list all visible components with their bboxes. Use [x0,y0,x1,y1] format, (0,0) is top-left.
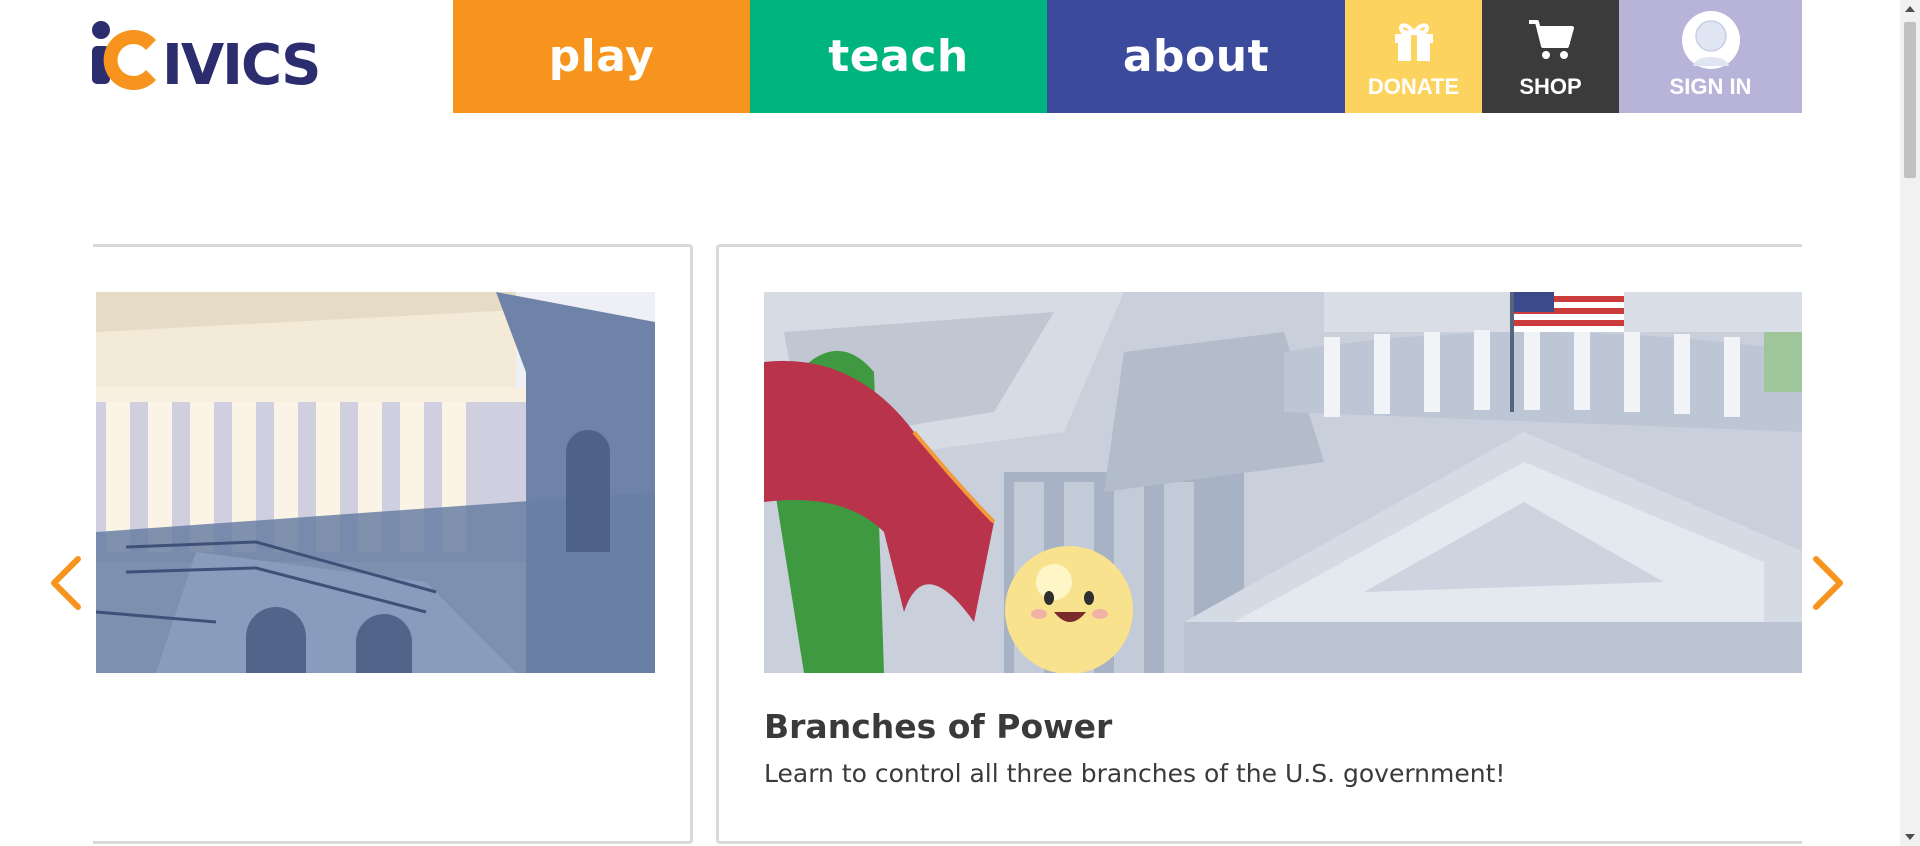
chevron-right-icon [1813,556,1843,610]
nav-teach-label: teach [828,31,969,82]
carousel-card-previous[interactable] [93,244,693,844]
scroll-down-icon[interactable] [1905,834,1915,840]
nav-teach[interactable]: teach [750,0,1047,113]
page-scrollbar[interactable] [1900,0,1920,846]
game-carousel: Branches of Power Learn to control all t… [93,238,1802,846]
nav-play[interactable]: play [453,0,750,113]
donate-label: DONATE [1367,74,1460,99]
card-title: Branches of Power [764,707,1113,746]
nav-about[interactable]: about [1047,0,1345,113]
sign-in-label: SIGN IN [1669,74,1752,99]
carousel-card-current[interactable]: Branches of Power Learn to control all t… [716,244,1802,844]
donate-button[interactable]: DONATE [1345,0,1482,113]
shop-label: SHOP [1519,74,1582,99]
icivics-logo-mark: IVICS [92,21,321,98]
avatar-icon [1681,11,1741,69]
card-image-branches-of-power [764,292,1802,673]
carousel-next-button[interactable] [1808,555,1848,611]
card-description: Learn to control all three branches of t… [764,759,1506,788]
sign-in-button[interactable]: SIGN IN [1619,0,1802,113]
scroll-thumb[interactable] [1904,22,1916,178]
scroll-up-icon[interactable] [1905,6,1915,12]
svg-text:IVICS: IVICS [162,33,319,92]
carousel-prev-button[interactable] [46,555,86,611]
cart-icon [1527,12,1575,68]
card-image-previous [96,292,655,673]
gift-icon [1391,12,1437,68]
nav-about-label: about [1122,31,1270,82]
icivics-logo[interactable]: IVICS [90,18,380,98]
shop-button[interactable]: SHOP [1482,0,1619,113]
chevron-left-icon [51,556,81,610]
nav-play-label: play [548,31,655,82]
